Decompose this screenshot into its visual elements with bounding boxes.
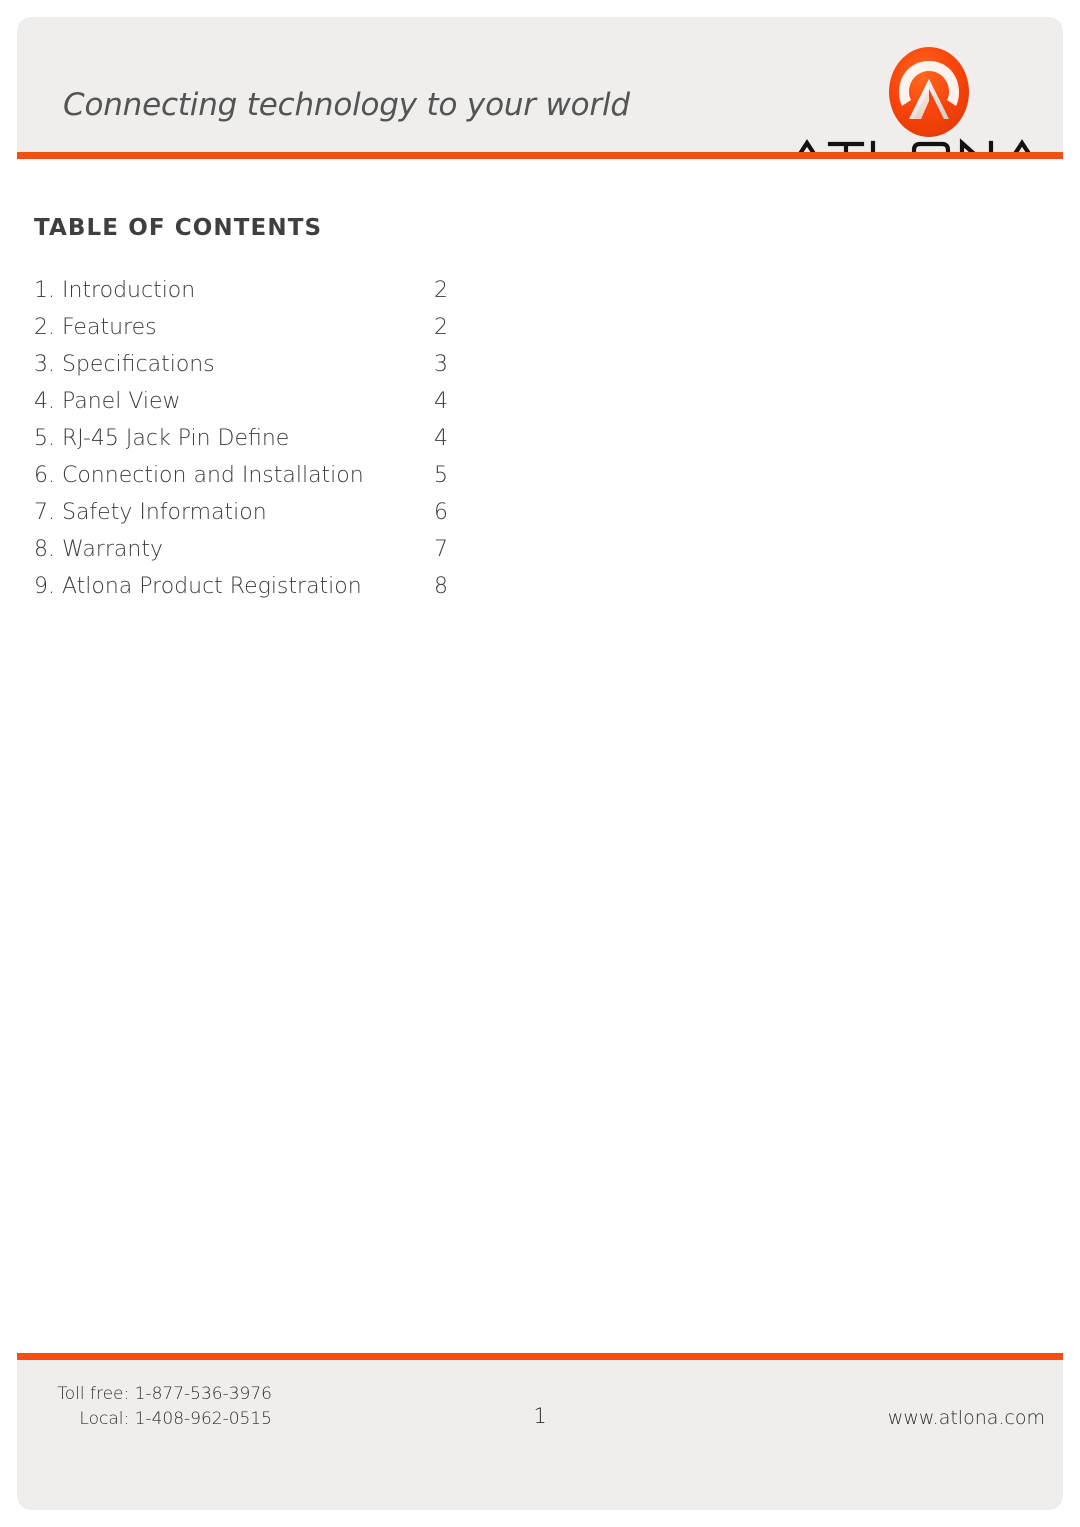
page-title: TABLE OF CONTENTS [34,215,323,241]
toc-entry-label: 4. Panel View [34,389,181,414]
toc-entry-page: 2 [434,315,448,340]
company-tagline: Connecting technology to your world [63,87,630,123]
toc-entry[interactable]: 3. Specifications 3 [34,346,634,383]
header-divider-rule [17,152,1063,159]
toc-entry[interactable]: 7. Safety Information 6 [34,494,634,531]
table-of-contents-list: 1. Introduction 2 2. Features 2 3. Speci… [34,272,634,605]
toc-entry[interactable]: 4. Panel View 4 [34,383,634,420]
toc-entry[interactable]: 5. RJ-45 Jack Pin Define 4 [34,420,634,457]
toc-entry-page: 4 [434,426,448,451]
toc-entry-page: 3 [434,352,448,377]
toc-entry-label: 3. Specifications [34,352,215,377]
toc-entry[interactable]: 2. Features 2 [34,309,634,346]
toc-entry-page: 7 [434,537,448,562]
document-page: Connecting technology to your world TABL… [0,0,1080,1527]
toc-entry-label: 7. Safety Information [34,500,267,525]
toc-entry[interactable]: 8. Warranty 7 [34,531,634,568]
toc-entry-page: 4 [434,389,448,414]
toc-entry-page: 8 [434,574,448,599]
toc-entry-page: 6 [434,500,448,525]
toc-entry-page: 2 [434,278,448,303]
toc-entry[interactable]: 1. Introduction 2 [34,272,634,309]
toc-entry-label: 9. Atlona Product Registration [34,574,362,599]
atlona-chevron-logo-icon [887,45,971,139]
footer-divider-rule [17,1353,1063,1360]
toc-entry-label: 1. Introduction [34,278,196,303]
toc-entry-label: 2. Features [34,315,157,340]
content-area: TABLE OF CONTENTS 1. Introduction 2 2. F… [17,159,1063,1353]
toc-entry-label: 5. RJ-45 Jack Pin Define [34,426,290,451]
toc-entry[interactable]: 9. Atlona Product Registration 8 [34,568,634,605]
toc-entry-label: 6. Connection and Installation [34,463,364,488]
toc-entry[interactable]: 6. Connection and Installation 5 [34,457,634,494]
header-band: Connecting technology to your world [17,17,1063,174]
footer-band: Toll free: 1-877-536-3976 Local: 1-408-9… [17,1360,1063,1510]
toc-entry-page: 5 [434,463,448,488]
website-url[interactable]: www.atlona.com [888,1407,1045,1429]
toc-entry-label: 8. Warranty [34,537,163,562]
